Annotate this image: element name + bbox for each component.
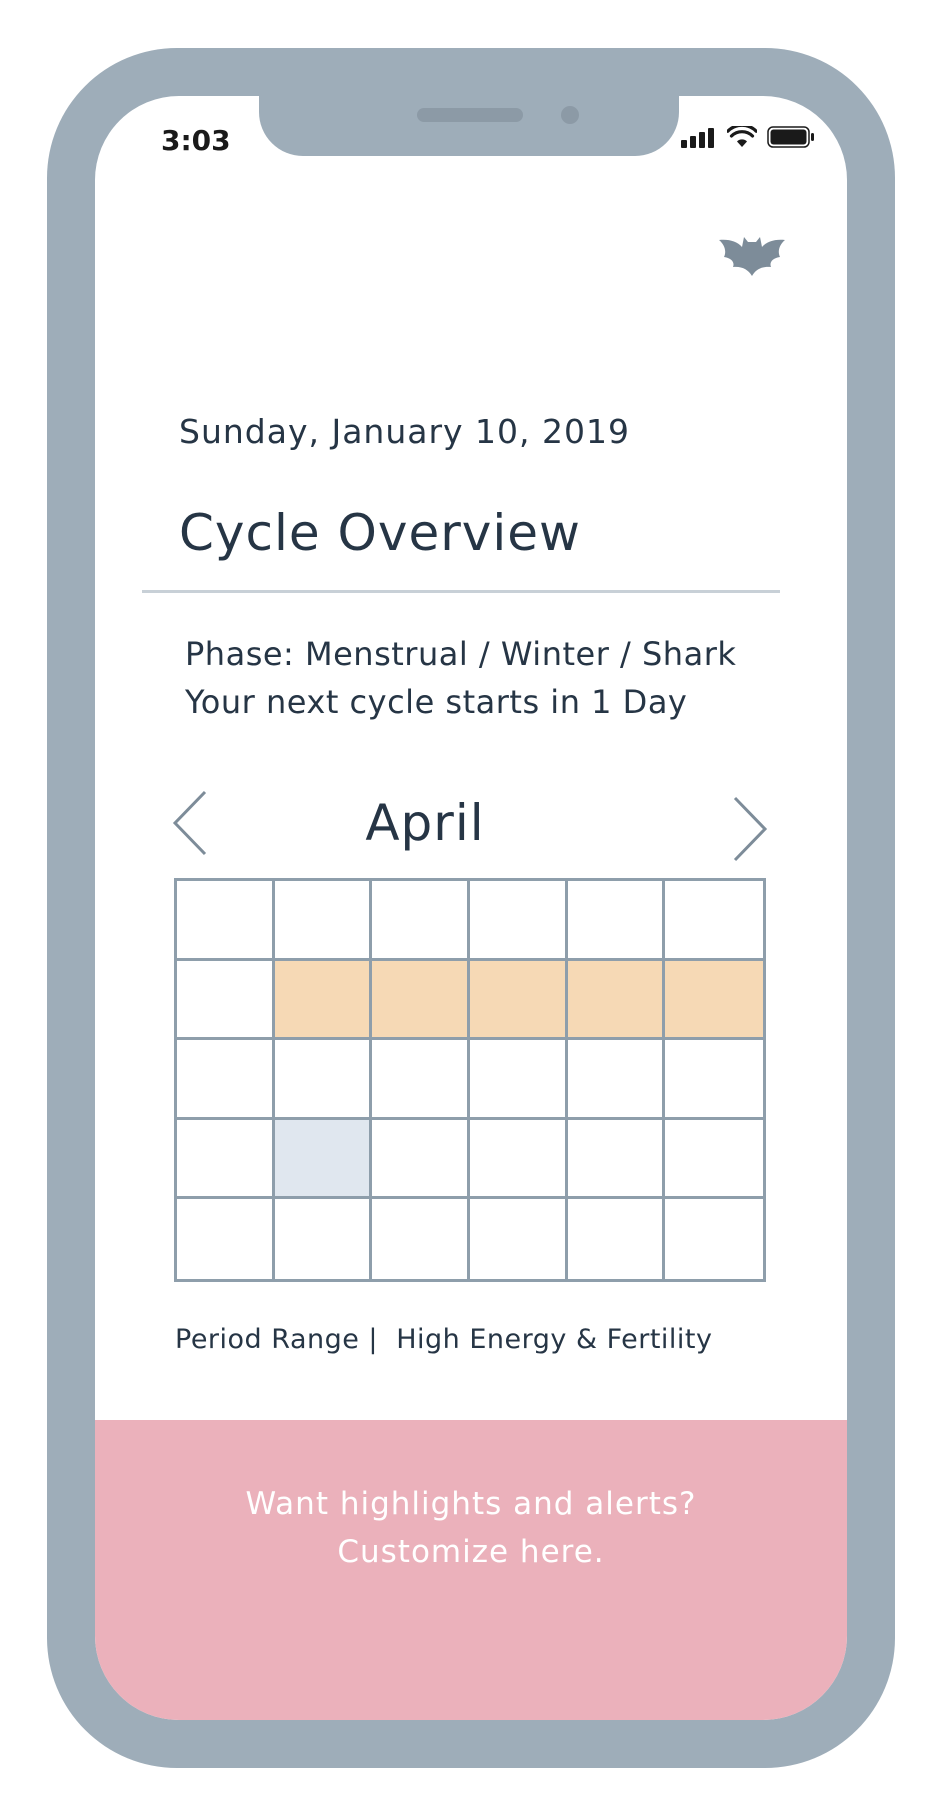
cellular-signal-icon [681,128,717,148]
phase-info: Phase: Menstrual / Winter / Shark Your n… [185,630,736,726]
phase-label: Phase: Menstrual / Winter / Shark [185,635,737,673]
calendar-day[interactable] [665,881,763,961]
chevron-left-icon[interactable] [171,788,211,858]
calendar-day-period[interactable] [469,960,568,1041]
phone-frame: 3:03 Sunday, January 10, 2019 Cycle Over… [47,48,895,1768]
status-time: 3:03 [161,124,231,157]
calendar-day[interactable] [177,1040,275,1120]
calendar-day[interactable] [665,1199,763,1279]
phone-screen: 3:03 Sunday, January 10, 2019 Cycle Over… [95,96,847,1720]
title-divider [142,590,780,593]
customize-alerts-banner[interactable]: Want highlights and alerts? Customize he… [95,1420,847,1720]
calendar-day[interactable] [372,1119,470,1200]
wifi-icon [727,126,757,147]
chevron-right-icon[interactable] [729,794,769,864]
calendar-day[interactable] [567,881,666,961]
calendar-day[interactable] [567,1040,666,1120]
status-icons [681,126,815,148]
calendar-day[interactable] [568,1199,666,1279]
calendar-day[interactable] [665,1120,763,1200]
calendar-month-title: April [365,794,485,852]
calendar-day-period[interactable] [372,960,470,1041]
calendar-day-selected[interactable] [274,1119,373,1200]
calendar-day[interactable] [177,1199,275,1279]
calendar-day[interactable] [469,1040,568,1120]
next-cycle-label: Your next cycle starts in 1 Day [185,683,688,721]
calendar-day[interactable] [469,881,568,961]
cta-line-2: Customize here. [337,1534,605,1570]
calendar-day[interactable] [567,1119,666,1200]
calendar-day-period[interactable] [665,960,763,1041]
battery-icon [767,126,814,148]
cta-line-1: Want highlights and alerts? [245,1486,697,1522]
calendar-day[interactable] [372,1199,470,1279]
calendar-day[interactable] [177,960,275,1041]
phone-notch [259,96,679,156]
calendar-day[interactable] [372,1040,470,1120]
calendar-day-period[interactable] [274,960,373,1041]
bat-icon [719,237,785,276]
page-title: Cycle Overview [179,504,581,562]
current-date: Sunday, January 10, 2019 [179,412,631,451]
calendar-day[interactable] [177,881,275,961]
calendar-day-period[interactable] [567,960,666,1041]
calendar-day[interactable] [177,1119,275,1200]
calendar-day[interactable] [372,881,470,961]
calendar-day[interactable] [275,1199,373,1279]
calendar-grid [174,878,766,1282]
calendar-day[interactable] [274,1040,373,1120]
calendar-day[interactable] [274,881,373,961]
calendar-legend: Period Range | High Energy & Fertility [175,1324,713,1355]
calendar-day[interactable] [470,1199,568,1279]
calendar-day[interactable] [469,1119,568,1200]
calendar-day[interactable] [665,1040,763,1120]
customize-alerts-text[interactable]: Want highlights and alerts? Customize he… [95,1480,847,1576]
